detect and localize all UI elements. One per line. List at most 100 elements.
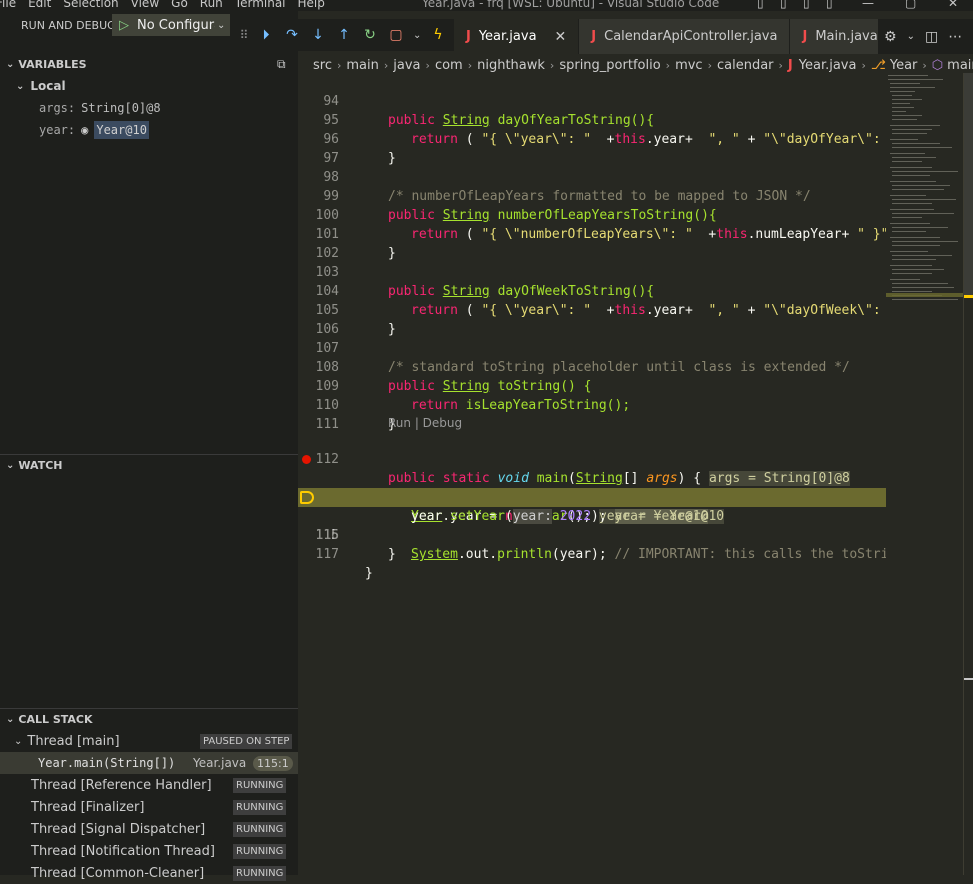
thread-row[interactable]: Thread [Common-Cleaner] RUNNING bbox=[0, 862, 298, 884]
variables-header[interactable]: ⌄ VARIABLES ⧉ bbox=[0, 53, 298, 75]
thread-row[interactable]: Thread [Finalizer] RUNNING bbox=[0, 796, 298, 818]
tab-label: Year.java bbox=[478, 29, 537, 44]
code-editor[interactable]: 94 public String dayOfYearToString(){ 95… bbox=[298, 73, 886, 875]
menu-run[interactable]: Run bbox=[194, 0, 229, 11]
title-bar: File Edit Selection View Go Run Terminal… bbox=[0, 0, 973, 11]
more-actions-icon[interactable]: ⋯ bbox=[948, 29, 962, 45]
breadcrumb-item[interactable]: main bbox=[346, 58, 378, 73]
call-stack-header[interactable]: ⌄ CALL STACK bbox=[0, 708, 298, 730]
layout-icon[interactable]: ▯ bbox=[757, 0, 764, 11]
code-line: 98 /* numberOfLeapYears formatted to be … bbox=[298, 149, 886, 204]
close-icon[interactable]: ✕ bbox=[555, 29, 567, 45]
collapse-all-icon[interactable]: ⧉ bbox=[277, 57, 286, 72]
run-debug-icon[interactable]: ⚙ bbox=[884, 29, 897, 45]
chevron-down-icon[interactable]: ⌄ bbox=[907, 31, 915, 42]
class-icon: ⎇ bbox=[870, 57, 886, 73]
menu-help[interactable]: Help bbox=[292, 0, 331, 11]
thread-row[interactable]: Thread [Notification Thread] RUNNING bbox=[0, 840, 298, 862]
scrollbar-marker bbox=[964, 678, 973, 680]
variable-value: String[0]@8 bbox=[81, 101, 161, 115]
status-badge: PAUSED ON STEP bbox=[200, 733, 293, 749]
code-line: 117 } bbox=[298, 526, 886, 581]
variable-row[interactable]: year: ◉ Year@10 bbox=[0, 119, 298, 141]
breadcrumb-item[interactable]: spring_portfolio bbox=[559, 58, 660, 73]
breadcrumb-item[interactable]: mvc bbox=[675, 58, 703, 73]
hot-code-replace-icon[interactable]: ϟ bbox=[429, 27, 447, 43]
tab-year-java[interactable]: J Year.java ✕ bbox=[454, 19, 580, 54]
call-stack-title: CALL STACK bbox=[18, 713, 93, 726]
thread-row[interactable]: Thread [Reference Handler] RUNNING bbox=[0, 774, 298, 796]
tab-main-java[interactable]: J Main.java bbox=[790, 19, 891, 54]
scrollbar-marker bbox=[964, 295, 973, 298]
layout-icon-4[interactable]: ▯ bbox=[826, 0, 833, 11]
variable-row[interactable]: args: String[0]@8 bbox=[0, 97, 298, 119]
code-line: 102 bbox=[298, 225, 886, 261]
continue-icon[interactable]: ⏵ bbox=[257, 27, 275, 43]
watch-header[interactable]: ⌄ WATCH bbox=[0, 454, 298, 476]
breadcrumb-item[interactable]: nighthawk bbox=[477, 58, 545, 73]
frame-position-badge: 115:1 bbox=[253, 755, 293, 771]
chevron-down-icon: ⌄ bbox=[6, 460, 15, 471]
menu-terminal[interactable]: Terminal bbox=[229, 0, 292, 11]
start-debugging-icon[interactable]: ▷ bbox=[119, 18, 129, 33]
breadcrumb-item[interactable]: com bbox=[435, 58, 463, 73]
breadcrumb-item[interactable]: Year.java bbox=[799, 58, 857, 73]
eye-icon[interactable]: ◉ bbox=[81, 123, 88, 137]
codelens-run-debug[interactable]: Run | Debug bbox=[388, 416, 462, 430]
thread-name: Thread [Signal Dispatcher] bbox=[31, 821, 206, 837]
chevron-down-icon[interactable]: ⌄ bbox=[217, 20, 225, 31]
layout-icon-3[interactable]: ▯ bbox=[803, 0, 810, 11]
step-into-icon[interactable]: ↓ bbox=[309, 27, 327, 43]
thread-row[interactable]: Thread [Signal Dispatcher] RUNNING bbox=[0, 818, 298, 840]
breadcrumb-item[interactable]: main(String[]) bbox=[947, 58, 973, 73]
thread-name: Thread [Finalizer] bbox=[31, 799, 145, 815]
code-line: 109 return isLeapYearToString(); bbox=[298, 358, 886, 413]
code-text: } bbox=[365, 566, 373, 581]
step-out-icon[interactable]: ↑ bbox=[335, 27, 353, 43]
editor-actions: ⚙ ⌄ ◫ ⋯ bbox=[878, 19, 973, 54]
code-line: 100 return ( "{ \"numberOfLeapYears\": "… bbox=[298, 187, 886, 242]
minimap[interactable] bbox=[886, 73, 963, 875]
breadcrumb-item[interactable]: src bbox=[313, 58, 332, 73]
menu-view[interactable]: View bbox=[125, 0, 165, 11]
scrollbar-thumb[interactable] bbox=[964, 73, 973, 298]
chevron-right-icon: › bbox=[778, 58, 783, 72]
breakpoint-icon[interactable] bbox=[302, 455, 311, 464]
scope-local[interactable]: ⌄ Local bbox=[0, 75, 298, 97]
debug-configuration-select[interactable]: ▷ No Configurations ⌄ bbox=[112, 14, 230, 36]
menu-selection[interactable]: Selection bbox=[57, 0, 124, 11]
menu-go[interactable]: Go bbox=[165, 0, 194, 11]
stack-frame-row[interactable]: Year.main(String[]) Year.java 115:1 bbox=[0, 752, 298, 774]
java-file-icon: J bbox=[591, 29, 597, 44]
code-line: 107 /* standard toString placeholder unt… bbox=[298, 320, 886, 375]
tab-calendar-api-controller[interactable]: J CalendarApiController.java bbox=[579, 19, 791, 54]
status-badge: RUNNING bbox=[233, 843, 287, 859]
chevron-down-icon: ⌄ bbox=[6, 58, 15, 70]
code-line: 99 public String numberOfLeapYearsToStri… bbox=[298, 168, 886, 223]
thread-row[interactable]: ⌄ Thread [main] PAUSED ON STEP bbox=[0, 730, 298, 752]
restart-icon[interactable]: ↻ bbox=[361, 27, 379, 43]
drag-handle-icon[interactable]: ⠿ bbox=[239, 28, 249, 42]
layout-icon-2[interactable]: ▯ bbox=[780, 0, 787, 11]
breadcrumb-item[interactable]: Year bbox=[890, 58, 918, 73]
stop-icon[interactable]: ▢ bbox=[387, 27, 405, 43]
menu-edit[interactable]: Edit bbox=[22, 0, 57, 11]
chevron-down-icon[interactable]: ⌄ bbox=[413, 30, 421, 41]
breadcrumb-item[interactable]: calendar bbox=[717, 58, 774, 73]
close-window-icon[interactable]: ✕ bbox=[948, 0, 958, 11]
step-over-icon[interactable]: ↷ bbox=[283, 27, 301, 43]
current-execution-line: 115 System.out.println(year); // IMPORTA… bbox=[298, 488, 886, 562]
vertical-scrollbar[interactable] bbox=[963, 73, 973, 875]
minimize-icon[interactable]: — bbox=[862, 0, 874, 11]
code-line: 116 } bbox=[298, 507, 886, 562]
chevron-right-icon: › bbox=[383, 58, 389, 72]
maximize-icon[interactable]: ▢ bbox=[905, 0, 916, 11]
menu-file[interactable]: File bbox=[0, 0, 22, 11]
split-editor-icon[interactable]: ◫ bbox=[925, 29, 938, 45]
thread-name: Thread [main] bbox=[27, 733, 120, 749]
status-badge: RUNNING bbox=[233, 865, 287, 881]
breadcrumb-item[interactable]: java bbox=[393, 58, 420, 73]
code-text: .out. bbox=[457, 547, 498, 562]
chevron-down-icon: ⌄ bbox=[14, 735, 23, 747]
type: System bbox=[411, 547, 458, 562]
